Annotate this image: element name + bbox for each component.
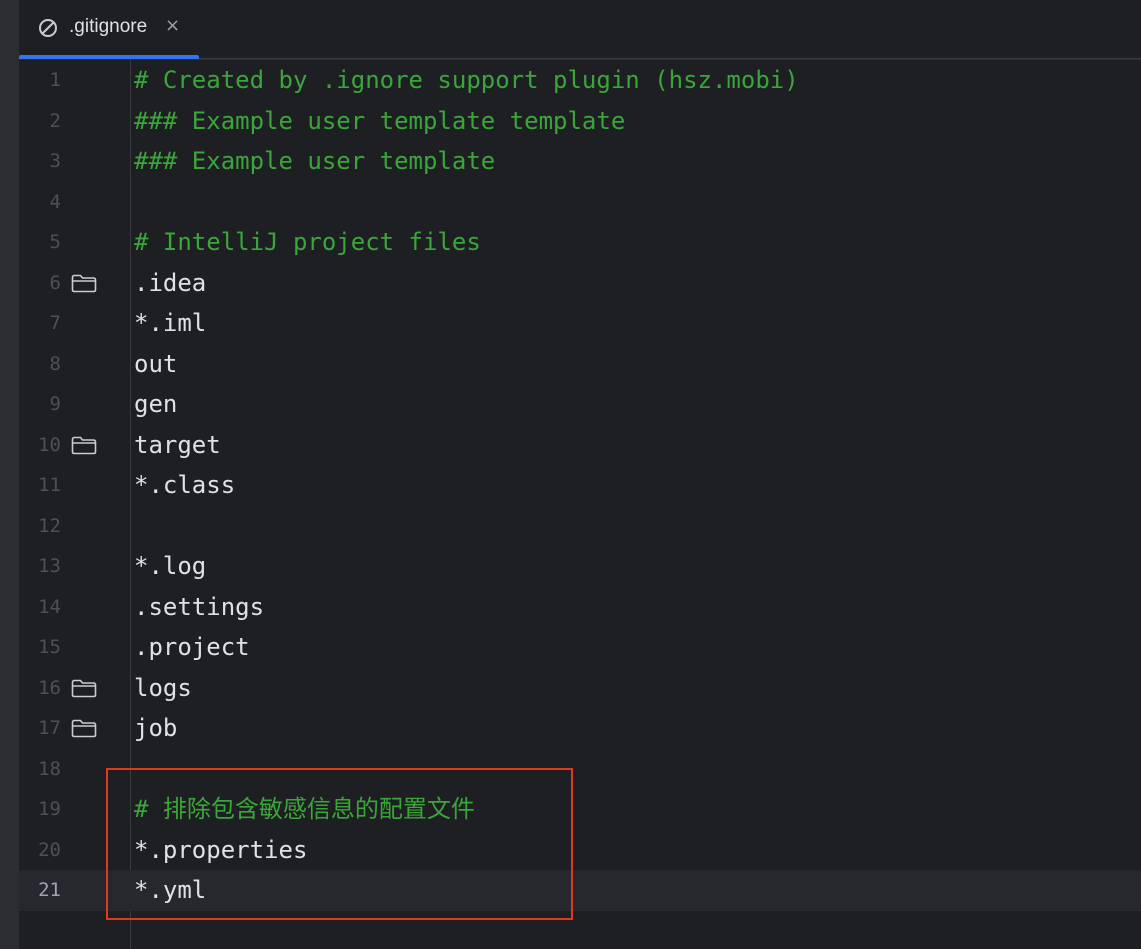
code-line[interactable]: 21 *.yml <box>19 870 1141 911</box>
code-comment: ### Example user template <box>134 147 496 175</box>
code-comment: # 排除包含敏感信息的配置文件 <box>134 795 475 823</box>
left-strip <box>0 0 19 949</box>
code-comment: # Created by .ignore support plugin (hsz… <box>134 66 799 94</box>
line-number: 10 <box>38 433 61 456</box>
code-line[interactable]: 20 *.properties <box>19 830 1141 871</box>
line-number: 9 <box>49 393 61 415</box>
code-line[interactable]: 7 *.iml <box>19 303 1141 344</box>
code-line[interactable]: 17 job <box>19 708 1141 749</box>
code-comment: ### Example user template template <box>134 106 626 135</box>
editor-tab-bar: .gitignore × <box>19 0 1141 59</box>
code-line[interactable]: 14 .settings <box>19 587 1141 628</box>
line-number: 4 <box>49 190 61 213</box>
folder-icon <box>71 719 97 738</box>
line-number: 5 <box>49 231 61 253</box>
code-line[interactable]: 18 <box>19 749 1141 790</box>
line-number: 18 <box>38 757 61 780</box>
code-text: *.log <box>134 552 207 580</box>
line-number: 11 <box>38 474 61 496</box>
ignored-file-icon <box>39 19 57 37</box>
code-text: gen <box>134 390 178 418</box>
code-text: *.properties <box>134 835 308 864</box>
code-line[interactable]: 10 target <box>19 425 1141 466</box>
line-number: 1 <box>49 69 61 91</box>
code-text: *.class <box>134 471 236 499</box>
line-number: 17 <box>38 717 61 739</box>
folder-icon <box>71 274 97 293</box>
ide-window: .gitignore × 1 # Created by .ignore suppo… <box>0 0 1141 949</box>
code-line[interactable]: 12 <box>19 506 1141 547</box>
line-number: 15 <box>38 636 61 658</box>
code-text: out <box>134 349 178 378</box>
line-number: 8 <box>49 352 61 375</box>
line-number: 7 <box>49 312 61 334</box>
code-line[interactable]: 15 .project <box>19 627 1141 668</box>
code-text: logs <box>134 673 192 702</box>
code-text: *.iml <box>134 309 207 337</box>
code-line[interactable]: 16 logs <box>19 668 1141 709</box>
code-line[interactable]: 2 ### Example user template template <box>19 101 1141 142</box>
line-number: 19 <box>38 798 61 820</box>
code-line[interactable]: 13 *.log <box>19 546 1141 587</box>
active-tab-indicator <box>19 55 199 59</box>
code-line[interactable]: 9 gen <box>19 384 1141 425</box>
code-line[interactable]: 6 .idea <box>19 263 1141 304</box>
line-number: 2 <box>49 109 61 132</box>
code-line[interactable]: 19 # 排除包含敏感信息的配置文件 <box>19 789 1141 830</box>
code-text: target <box>134 430 221 459</box>
line-number: 12 <box>38 514 61 537</box>
code-line[interactable]: 3 ### Example user template <box>19 141 1141 182</box>
close-icon[interactable]: × <box>165 15 180 36</box>
line-number: 13 <box>38 555 61 577</box>
code-editor[interactable]: 1 # Created by .ignore support plugin (hs… <box>19 60 1141 949</box>
code-comment: # IntelliJ project files <box>134 228 481 256</box>
line-number: 14 <box>38 595 61 618</box>
line-number: 21 <box>38 879 61 901</box>
line-number: 3 <box>49 150 61 172</box>
code-line[interactable]: 4 <box>19 182 1141 223</box>
folder-icon <box>71 679 97 698</box>
code-line[interactable]: 11 *.class <box>19 465 1141 506</box>
code-line[interactable]: 1 # Created by .ignore support plugin (hs… <box>19 60 1141 101</box>
code-text: .settings <box>134 592 265 621</box>
tab-title: .gitignore <box>69 16 148 37</box>
code-line[interactable]: 8 out <box>19 344 1141 385</box>
line-number: 20 <box>38 838 61 861</box>
code-text: .project <box>134 633 250 661</box>
code-text: .idea <box>134 268 207 297</box>
code-text: *.yml <box>134 876 207 904</box>
line-number: 6 <box>49 271 61 294</box>
folder-icon <box>71 436 97 455</box>
line-number: 16 <box>38 676 61 699</box>
code-text: job <box>134 714 178 742</box>
code-line[interactable]: 5 # IntelliJ project files <box>19 222 1141 263</box>
tab-gitignore[interactable]: .gitignore × <box>19 0 199 59</box>
